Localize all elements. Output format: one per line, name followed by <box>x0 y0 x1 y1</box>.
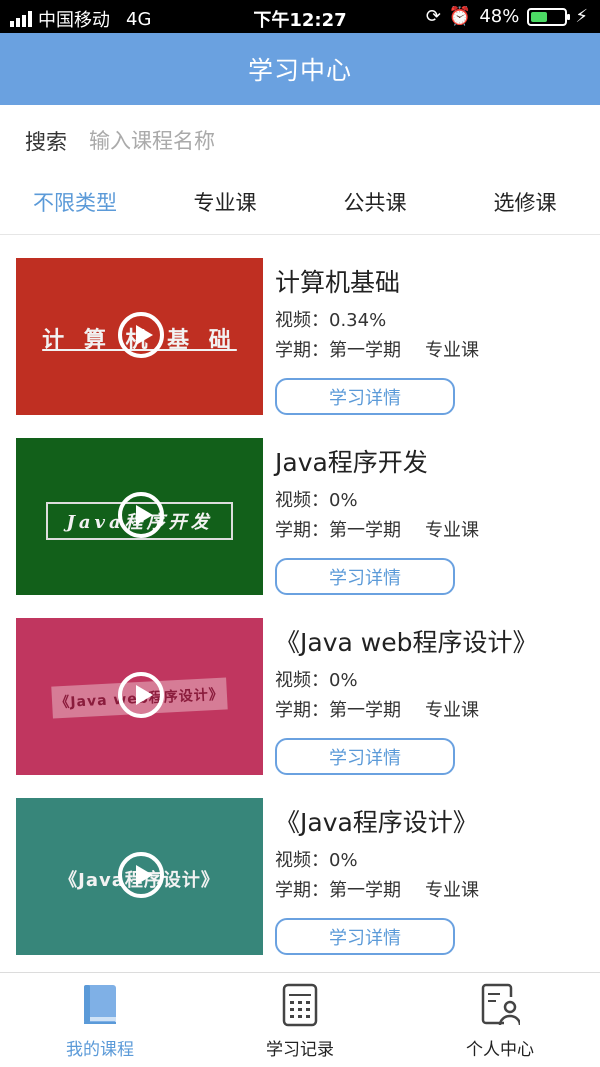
page-title: 学习中心 <box>247 56 352 85</box>
play-icon[interactable] <box>118 852 164 898</box>
study-detail-button[interactable]: 学习详情 <box>275 378 455 415</box>
course-card[interactable]: 《Java web程序设计》 《Java web程序设计》 视频：0% 学期：第… <box>0 596 600 776</box>
tab-label: 学习记录 <box>266 1040 334 1060</box>
video-progress: 视频：0% <box>275 850 595 872</box>
term-label: 学期： <box>275 520 329 541</box>
course-title: 计算机基础 <box>275 268 401 297</box>
term-info: 学期：第一学期 专业课 <box>275 880 595 902</box>
term-info: 学期：第一学期 专业课 <box>275 340 595 362</box>
status-right: ⟳ ⏰ 48% ⚡ <box>426 6 588 27</box>
battery-level <box>531 11 547 22</box>
battery-percent: 48% <box>479 6 520 27</box>
alarm-icon: ⏰ <box>448 6 472 27</box>
term-info: 学期：第一学期 专业课 <box>275 520 595 542</box>
video-value: 0% <box>329 490 358 511</box>
study-detail-button[interactable]: 学习详情 <box>275 738 455 775</box>
person-file-icon <box>481 983 520 1026</box>
video-label: 视频： <box>275 490 329 511</box>
course-card[interactable]: 计 算 机 基 础 计算机基础 视频：0.34% 学期：第一学期 专业课 学习详情 <box>0 236 600 416</box>
course-info: 《Java web程序设计》 视频：0% 学期：第一学期 专业课 学习详情 <box>275 626 595 775</box>
calculator-icon <box>282 983 318 1027</box>
filter-tab-major[interactable]: 专业课 <box>150 177 300 234</box>
filter-tabs: 不限类型 专业课 公共课 选修课 <box>0 177 600 235</box>
course-thumbnail[interactable]: Java程序开发 <box>16 438 263 595</box>
course-title: 《Java程序设计》 <box>275 808 478 837</box>
term-info: 学期：第一学期 专业课 <box>275 700 595 722</box>
video-progress: 视频：0% <box>275 670 595 692</box>
video-value: 0% <box>329 670 358 691</box>
orientation-lock-icon: ⟳ <box>425 6 441 27</box>
course-type: 专业课 <box>425 700 479 721</box>
study-detail-button[interactable]: 学习详情 <box>275 918 455 955</box>
status-bar: 中国移动 4G 下午12:27 ⟳ ⏰ 48% ⚡ <box>0 0 600 33</box>
course-card[interactable]: Java程序开发 Java程序开发 视频：0% 学期：第一学期 专业课 学习详情 <box>0 416 600 596</box>
filter-tab-public[interactable]: 公共课 <box>300 177 450 234</box>
tab-label: 个人中心 <box>466 1040 534 1060</box>
video-label: 视频： <box>275 310 329 331</box>
battery-icon <box>527 7 571 26</box>
tab-label: 我的课程 <box>66 1040 134 1060</box>
bottom-tab-bar: 我的课程 学习记录 个人中心 <box>0 972 600 1067</box>
tab-my-courses[interactable]: 我的课程 <box>0 973 200 1067</box>
video-progress: 视频：0.34% <box>275 310 595 332</box>
play-icon[interactable] <box>118 312 164 358</box>
filter-tab-elective[interactable]: 选修课 <box>450 177 600 234</box>
play-icon[interactable] <box>118 492 164 538</box>
video-label: 视频： <box>275 670 329 691</box>
course-info: 《Java程序设计》 视频：0% 学期：第一学期 专业课 学习详情 <box>275 806 595 955</box>
course-title: 《Java web程序设计》 <box>275 628 538 657</box>
tab-study-records[interactable]: 学习记录 <box>200 973 400 1067</box>
play-icon[interactable] <box>118 672 164 718</box>
video-value: 0.34% <box>329 310 387 331</box>
course-type: 专业课 <box>425 880 479 901</box>
course-thumbnail[interactable]: 《Java web程序设计》 <box>16 618 263 775</box>
course-card[interactable]: 《Java程序设计》 《Java程序设计》 视频：0% 学期：第一学期 专业课 学… <box>0 776 600 956</box>
term-value: 第一学期 <box>329 880 401 901</box>
search-row: 搜索 <box>0 105 600 177</box>
tab-personal-center[interactable]: 个人中心 <box>400 973 600 1067</box>
course-thumbnail[interactable]: 计 算 机 基 础 <box>16 258 263 415</box>
term-label: 学期： <box>275 340 329 361</box>
search-label: 搜索 <box>25 130 67 154</box>
course-thumbnail[interactable]: 《Java程序设计》 <box>16 798 263 955</box>
term-label: 学期： <box>275 880 329 901</box>
book-icon <box>84 985 116 1024</box>
search-input[interactable] <box>89 129 509 153</box>
charging-icon: ⚡ <box>575 6 588 27</box>
video-progress: 视频：0% <box>275 490 595 512</box>
filter-tab-all[interactable]: 不限类型 <box>0 177 150 234</box>
course-title: Java程序开发 <box>275 448 428 477</box>
video-value: 0% <box>329 850 358 871</box>
term-label: 学期： <box>275 700 329 721</box>
study-detail-button[interactable]: 学习详情 <box>275 558 455 595</box>
course-type: 专业课 <box>425 520 479 541</box>
term-value: 第一学期 <box>329 520 401 541</box>
term-value: 第一学期 <box>329 340 401 361</box>
nav-bar: 学习中心 <box>0 33 600 105</box>
video-label: 视频： <box>275 850 329 871</box>
term-value: 第一学期 <box>329 700 401 721</box>
course-info: 计算机基础 视频：0.34% 学期：第一学期 专业课 学习详情 <box>275 266 595 415</box>
course-type: 专业课 <box>425 340 479 361</box>
course-info: Java程序开发 视频：0% 学期：第一学期 专业课 学习详情 <box>275 446 595 595</box>
